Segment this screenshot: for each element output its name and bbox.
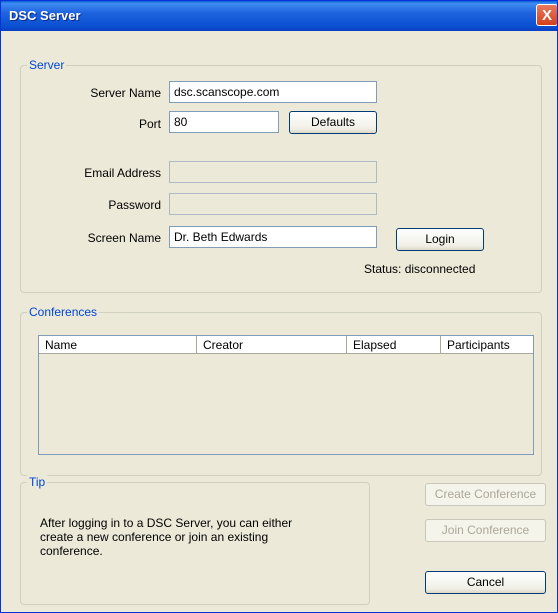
email-label: Email Address xyxy=(84,166,161,180)
conferences-list[interactable]: Name Creator Elapsed Participants xyxy=(38,335,534,455)
port-label: Port xyxy=(138,117,161,131)
create-conference-button[interactable]: Create Conference xyxy=(425,483,546,506)
conferences-group-legend: Conferences xyxy=(27,305,100,319)
server-name-input[interactable] xyxy=(169,81,377,103)
window-title: DSC Server xyxy=(9,8,81,23)
column-header-participants[interactable]: Participants xyxy=(441,336,533,354)
tip-text-line-1: After logging in to a DSC Server, you ca… xyxy=(40,516,293,530)
tip-text-line-2: create a new conference or join an exist… xyxy=(40,530,269,544)
connection-status: Status: disconnected xyxy=(364,262,476,276)
port-input[interactable] xyxy=(169,111,279,133)
password-input[interactable] xyxy=(169,193,377,215)
close-button[interactable]: X xyxy=(536,4,557,26)
screen-name-label: Screen Name xyxy=(87,231,161,245)
column-header-name[interactable]: Name xyxy=(39,336,197,354)
screen-name-input[interactable] xyxy=(169,226,377,248)
server-group-legend: Server xyxy=(27,58,67,72)
tip-group-legend: Tip xyxy=(27,475,48,489)
column-header-elapsed[interactable]: Elapsed xyxy=(347,336,441,354)
column-header-creator[interactable]: Creator xyxy=(197,336,347,354)
defaults-button[interactable]: Defaults xyxy=(289,111,377,134)
tip-text-line-3: conference. xyxy=(40,544,103,558)
close-icon: X xyxy=(541,7,552,24)
email-input[interactable] xyxy=(169,161,377,183)
join-conference-button[interactable]: Join Conference xyxy=(425,519,546,542)
tip-text: After logging in to a DSC Server, you ca… xyxy=(40,516,292,558)
server-name-label: Server Name xyxy=(90,86,161,100)
password-label: Password xyxy=(108,198,161,212)
dsc-server-dialog: DSC Server X Server Server Name Port Def… xyxy=(0,0,558,613)
cancel-button[interactable]: Cancel xyxy=(425,571,546,594)
login-button[interactable]: Login xyxy=(396,228,484,251)
dialog-body: Server Server Name Port Defaults Email A… xyxy=(1,31,557,612)
title-bar[interactable]: DSC Server X xyxy=(1,1,557,31)
